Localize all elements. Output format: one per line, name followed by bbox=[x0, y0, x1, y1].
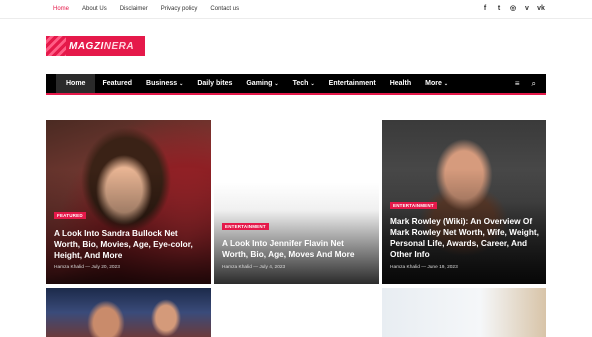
article-date: June 19, 2023 bbox=[427, 265, 458, 270]
category-badge[interactable]: FEATURED bbox=[54, 212, 86, 219]
top-nav-privacy-policy[interactable]: Privacy policy bbox=[161, 5, 198, 13]
nav-item-tech[interactable]: Tech ⌄ bbox=[286, 74, 322, 93]
logo-stripe-mark bbox=[46, 36, 66, 56]
article-meta: Hamza Khalid — July 20, 2023 bbox=[54, 265, 120, 270]
nav-item-more[interactable]: More ⌄ bbox=[418, 74, 455, 93]
twitter-icon[interactable]: t bbox=[495, 4, 503, 13]
category-badge[interactable]: ENTERTAINMENT bbox=[222, 223, 269, 230]
category-badge[interactable]: ENTERTAINMENT bbox=[390, 202, 437, 209]
logo-text: MAGZINERA bbox=[66, 41, 134, 52]
article-card-jennifer-flavin[interactable]: ENTERTAINMENT A Look Into Jennifer Flavi… bbox=[214, 120, 379, 284]
nav-item-label: Home bbox=[66, 80, 86, 87]
nav-item-entertainment[interactable]: Entertainment bbox=[322, 74, 383, 93]
nav-item-label: More bbox=[425, 80, 442, 87]
article-image bbox=[382, 288, 546, 337]
article-author[interactable]: Hamza Khalid bbox=[54, 265, 84, 270]
top-nav-contact-us[interactable]: Contact us bbox=[210, 5, 239, 13]
nav-item-label: Tech bbox=[292, 80, 309, 87]
nav-item-label: Entertainment bbox=[328, 80, 376, 87]
vk-icon-2[interactable]: vk bbox=[537, 4, 545, 13]
article-author[interactable]: Hamza Khalid bbox=[390, 265, 420, 270]
nav-item-label: Health bbox=[389, 80, 412, 87]
article-date: July 4, 2023 bbox=[259, 265, 286, 270]
meta-separator: — bbox=[253, 265, 259, 270]
article-image bbox=[46, 288, 211, 337]
article-title[interactable]: A Look Into Sandra Bullock Net Worth, Bi… bbox=[54, 228, 204, 261]
social-links: f t ◎ v vk bbox=[481, 4, 545, 13]
logo-text-part1: MAGZI bbox=[69, 40, 104, 52]
facebook-icon[interactable]: f bbox=[481, 4, 489, 13]
top-nav-home[interactable]: Home bbox=[53, 5, 69, 13]
nav-item-business[interactable]: Business ⌄ bbox=[139, 74, 190, 93]
top-nav-disclaimer[interactable]: Disclaimer bbox=[120, 5, 148, 13]
main-nav: Home Featured Business ⌄ Daily bites Gami… bbox=[46, 74, 546, 95]
chevron-down-icon: ⌄ bbox=[179, 81, 184, 87]
search-icon[interactable]: ⌕ bbox=[532, 79, 536, 89]
meta-separator: — bbox=[85, 265, 91, 270]
top-bar: Home About Us Disclaimer Privacy policy … bbox=[0, 0, 592, 19]
nav-item-health[interactable]: Health bbox=[383, 74, 418, 93]
article-author[interactable]: Hamza Khalid bbox=[222, 265, 252, 270]
chevron-down-icon: ⌄ bbox=[443, 81, 449, 87]
nav-item-gaming[interactable]: Gaming ⌄ bbox=[239, 74, 285, 93]
article-date: July 20, 2023 bbox=[91, 265, 120, 270]
article-title[interactable]: A Look Into Jennifer Flavin Net Worth, B… bbox=[222, 238, 372, 260]
article-title[interactable]: Mark Rowley (Wiki): An Overview Of Mark … bbox=[390, 216, 542, 260]
nav-item-label: Gaming bbox=[246, 80, 273, 87]
logo-text-part2: NERA bbox=[103, 40, 135, 52]
nav-item-home[interactable]: Home bbox=[56, 74, 96, 93]
nav-icons: ≡ ⌕ bbox=[515, 79, 536, 89]
nav-item-daily-bites[interactable]: Daily bites bbox=[190, 74, 239, 93]
nav-item-label: Daily bites bbox=[197, 80, 233, 87]
chevron-down-icon: ⌄ bbox=[274, 81, 279, 87]
article-card-wrestling[interactable] bbox=[46, 288, 211, 337]
nav-item-featured[interactable]: Featured bbox=[95, 74, 139, 93]
article-meta: Hamza Khalid — June 19, 2023 bbox=[390, 265, 458, 270]
article-card-mark-rowley[interactable]: ENTERTAINMENT Mark Rowley (Wiki): An Ove… bbox=[382, 120, 546, 284]
top-nav-about-us[interactable]: About Us bbox=[82, 5, 107, 13]
instagram-icon[interactable]: ◎ bbox=[509, 4, 517, 13]
nav-item-label: Business bbox=[146, 80, 178, 87]
article-card-bottom-right[interactable] bbox=[382, 288, 546, 337]
site-logo[interactable]: MAGZINERA bbox=[46, 36, 145, 56]
vk-icon[interactable]: v bbox=[523, 4, 531, 13]
top-nav: Home About Us Disclaimer Privacy policy … bbox=[53, 5, 252, 13]
nav-item-label: Featured bbox=[102, 80, 133, 87]
menu-icon[interactable]: ≡ bbox=[515, 79, 520, 89]
chevron-down-icon: ⌄ bbox=[310, 81, 315, 87]
meta-separator: — bbox=[421, 265, 427, 270]
article-meta: Hamza Khalid — July 4, 2023 bbox=[222, 265, 285, 270]
article-card-sandra-bullock[interactable]: FEATURED A Look Into Sandra Bullock Net … bbox=[46, 120, 211, 284]
